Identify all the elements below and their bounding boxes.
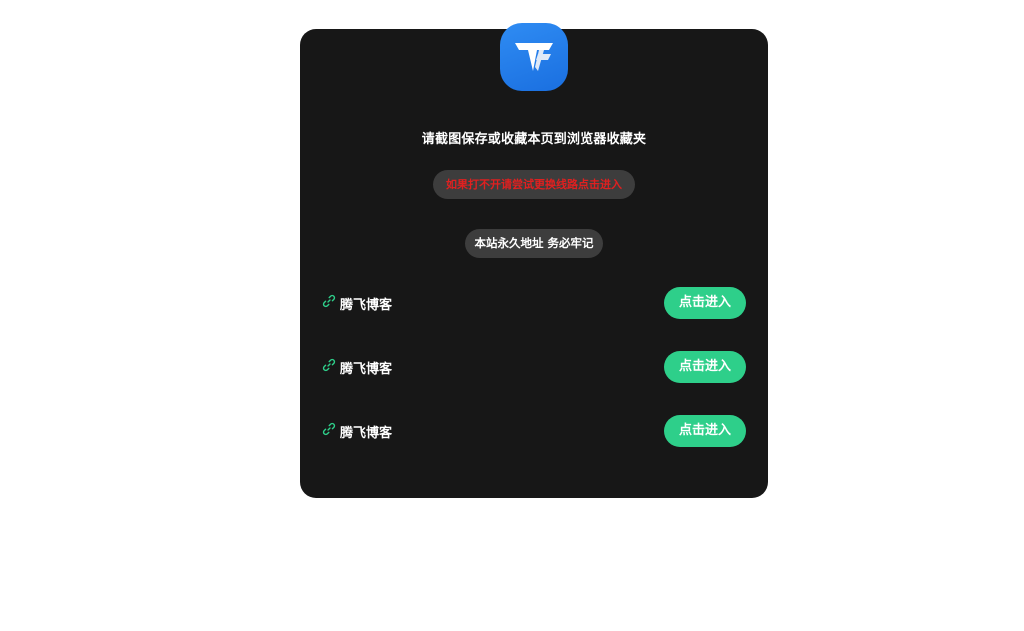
tf-logo-icon bbox=[500, 23, 568, 91]
enter-button[interactable]: 点击进入 bbox=[664, 415, 746, 447]
warning-pill: 如果打不开请尝试更换线路点击进入 bbox=[433, 170, 635, 199]
site-name[interactable]: 腾飞博客 bbox=[340, 358, 392, 377]
link-row: 腾飞博客 点击进入 bbox=[322, 351, 746, 383]
save-notice-headline: 请截图保存或收藏本页到浏览器收藏夹 bbox=[421, 132, 647, 147]
link-row: 腾飞博客 点击进入 bbox=[322, 287, 746, 319]
link-icon bbox=[322, 293, 336, 308]
permanent-address-pill: 本站永久地址 务必牢记 bbox=[465, 229, 603, 258]
link-icon bbox=[322, 357, 336, 372]
enter-button[interactable]: 点击进入 bbox=[664, 287, 746, 319]
site-name[interactable]: 腾飞博客 bbox=[340, 422, 392, 441]
enter-button[interactable]: 点击进入 bbox=[664, 351, 746, 383]
link-icon bbox=[322, 421, 336, 436]
site-name[interactable]: 腾飞博客 bbox=[340, 294, 392, 313]
link-row: 腾飞博客 点击进入 bbox=[322, 415, 746, 447]
